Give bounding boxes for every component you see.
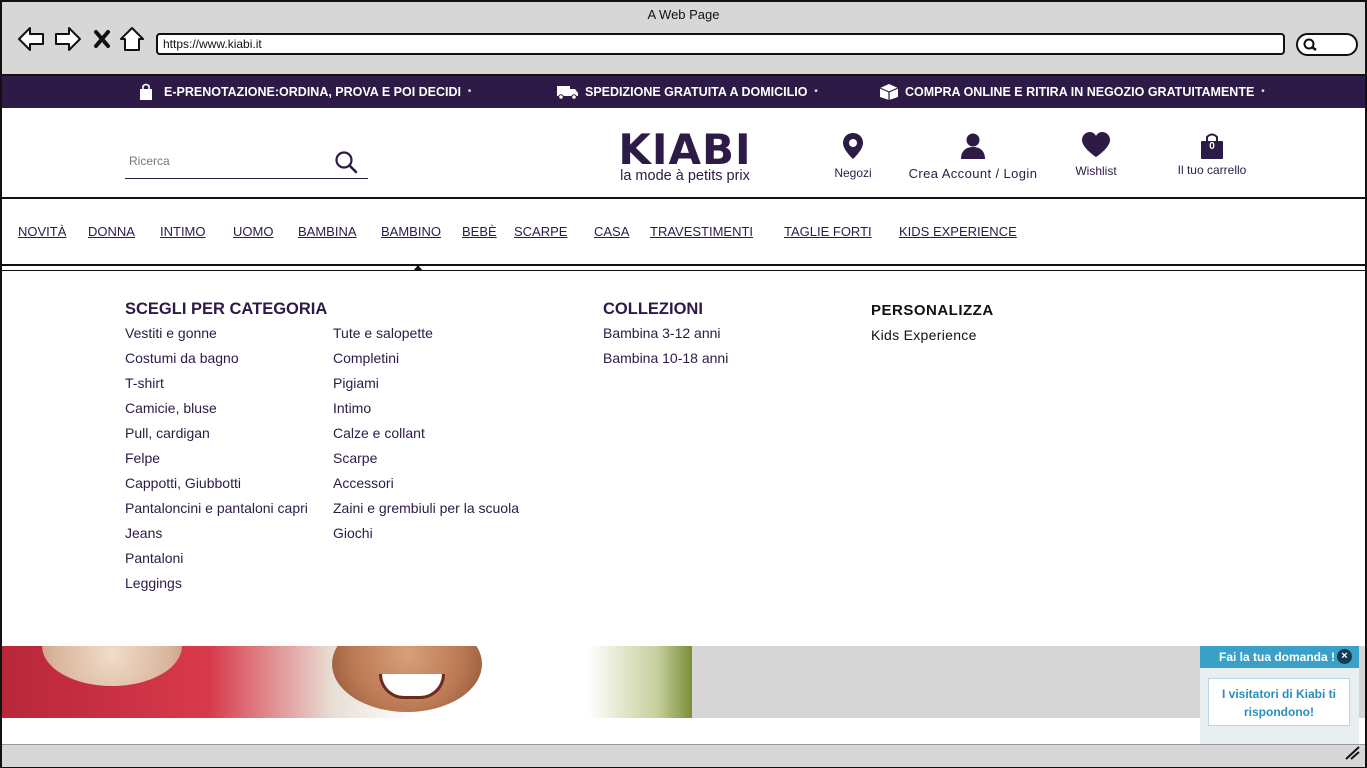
nav-item-bebe[interactable]: BEBÈ xyxy=(462,224,497,239)
browser-search-button[interactable] xyxy=(1296,33,1358,56)
nav-item-uomo[interactable]: UOMO xyxy=(233,224,273,239)
nav-item-casa[interactable]: CASA xyxy=(594,224,629,239)
shopping-bag-icon xyxy=(140,83,152,100)
category-heading: SCEGLI PER CATEGORIA xyxy=(125,300,328,318)
cart-label: Il tuo carrello xyxy=(1177,163,1247,177)
location-pin-icon xyxy=(843,133,863,159)
nav-item-kids-experience[interactable]: KIDS EXPERIENCE xyxy=(899,224,1017,239)
search-input[interactable] xyxy=(129,151,319,171)
chat-prompt-box[interactable]: I visitatori di Kiabi ti rispondono! xyxy=(1208,678,1350,726)
promo-text: SPEDIZIONE GRATUITA A DOMICILIO xyxy=(585,85,808,99)
logo-tagline: la mode à petits prix xyxy=(620,168,750,184)
category-link[interactable]: Pantaloncini e pantaloni capri xyxy=(125,499,308,524)
box-icon xyxy=(879,84,899,100)
site-logo[interactable]: KIABI la mode à petits prix xyxy=(608,125,762,184)
nav-item-bambina[interactable]: BAMBINA xyxy=(298,224,357,239)
cart-icon-wrap: 0 xyxy=(1199,132,1225,160)
stores-link[interactable]: Negozi xyxy=(828,132,878,180)
category-link[interactable]: Cappotti, Giubbotti xyxy=(125,474,308,499)
cart-link[interactable]: 0 Il tuo carrello xyxy=(1172,132,1252,177)
collections-column: Bambina 3-12 anni Bambina 10-18 anni xyxy=(603,324,728,374)
forward-arrow-icon[interactable] xyxy=(53,24,83,54)
category-link[interactable]: Completini xyxy=(333,349,519,374)
back-arrow-icon[interactable] xyxy=(16,24,46,54)
address-bar[interactable]: https://www.kiabi.it xyxy=(156,33,1285,55)
browser-window: A Web Page https://www.kiabi.it E-PRENOT… xyxy=(0,0,1367,768)
personalize-link[interactable]: Kids Experience xyxy=(871,326,977,351)
promo-text: COMPRA ONLINE E RITIRA IN NEGOZIO GRATUI… xyxy=(905,85,1255,99)
site-search xyxy=(125,145,368,179)
category-link[interactable]: Leggings xyxy=(125,574,308,599)
cart-count-badge: 0 xyxy=(1209,141,1215,152)
stores-label: Negozi xyxy=(834,166,872,180)
promo-asterisk: * xyxy=(814,87,818,97)
account-link[interactable]: Crea Account / Login xyxy=(902,132,1044,181)
category-link[interactable]: Calze e collant xyxy=(333,424,519,449)
personalize-heading: PERSONALIZZA xyxy=(871,302,994,319)
chat-header[interactable]: Fai la tua domanda ! × xyxy=(1200,646,1359,668)
category-link[interactable]: Tute e salopette xyxy=(333,324,519,349)
nav-item-taglie-forti[interactable]: TAGLIE FORTI xyxy=(784,224,872,239)
browser-status-bar xyxy=(2,744,1365,767)
nav-item-donna[interactable]: DONNA xyxy=(88,224,135,239)
category-link[interactable]: Felpe xyxy=(125,449,308,474)
collections-heading: COLLEZIONI xyxy=(603,300,703,318)
active-nav-caret-icon xyxy=(413,265,423,271)
nav-item-travestimenti[interactable]: TRAVESTIMENTI xyxy=(650,224,753,239)
chat-header-text: Fai la tua domanda ! xyxy=(1219,650,1336,664)
promo-asterisk: * xyxy=(468,87,472,97)
collection-link[interactable]: Bambina 3-12 anni xyxy=(603,324,728,349)
truck-icon xyxy=(557,86,578,100)
browser-chrome: A Web Page https://www.kiabi.it xyxy=(2,2,1365,76)
home-icon[interactable] xyxy=(117,24,147,54)
promo-asterisk: * xyxy=(1261,87,1265,97)
nav-divider xyxy=(2,270,1365,271)
category-link[interactable]: Vestiti e gonne xyxy=(125,324,308,349)
category-link[interactable]: Costumi da bagno xyxy=(125,349,308,374)
wishlist-link[interactable]: Wishlist xyxy=(1070,132,1122,178)
category-link[interactable]: Jeans xyxy=(125,524,308,549)
main-navigation: NOVITÀ DONNA INTIMO UOMO BAMBINA BAMBINO… xyxy=(2,197,1365,266)
heart-icon xyxy=(1082,132,1110,157)
banner-photo-shape xyxy=(42,646,182,686)
category-link[interactable]: Camicie, bluse xyxy=(125,399,308,424)
category-link[interactable]: T-shirt xyxy=(125,374,308,399)
banner-photo xyxy=(2,646,692,718)
promo-text: E-PRENOTAZIONE:ORDINA, PROVA E POI DECID… xyxy=(164,85,462,99)
close-icon[interactable]: × xyxy=(1337,649,1352,664)
search-icon[interactable] xyxy=(333,149,359,180)
logo-wordmark: KIABI xyxy=(618,125,752,174)
category-link[interactable]: Giochi xyxy=(333,524,519,549)
stop-icon[interactable] xyxy=(90,24,120,54)
nav-item-scarpe[interactable]: SCARPE xyxy=(514,224,567,239)
category-link[interactable]: Scarpe xyxy=(333,449,519,474)
chat-widget: Fai la tua domanda ! × I visitatori di K… xyxy=(1200,646,1359,744)
user-icon xyxy=(961,133,985,159)
nav-item-bambino[interactable]: BAMBINO xyxy=(381,224,441,239)
promo-item-reservation[interactable]: E-PRENOTAZIONE:ORDINA, PROVA E POI DECID… xyxy=(138,76,471,108)
promo-bar: E-PRENOTAZIONE:ORDINA, PROVA E POI DECID… xyxy=(2,76,1365,108)
page-bottom-strip xyxy=(2,718,1365,744)
category-link[interactable]: Zaini e grembiuli per la scuola xyxy=(333,499,519,524)
collection-link[interactable]: Bambina 10-18 anni xyxy=(603,349,728,374)
promo-item-free-shipping[interactable]: SPEDIZIONE GRATUITA A DOMICILIO * xyxy=(557,76,818,108)
nav-item-intimo[interactable]: INTIMO xyxy=(160,224,206,239)
wishlist-label: Wishlist xyxy=(1075,164,1117,178)
category-link[interactable]: Intimo xyxy=(333,399,519,424)
category-link[interactable]: Pigiami xyxy=(333,374,519,399)
category-column-2: Tute e salopette Completini Pigiami Intimo C… xyxy=(333,324,519,549)
category-link[interactable]: Pantaloni xyxy=(125,549,308,574)
category-link[interactable]: Pull, cardigan xyxy=(125,424,308,449)
category-column-1: Vestiti e gonne Costumi da bagno T-shirt Ca… xyxy=(125,324,308,599)
hero-banner[interactable] xyxy=(2,646,1365,718)
personalize-column: Kids Experience xyxy=(871,326,977,351)
promo-item-click-collect[interactable]: COMPRA ONLINE E RITIRA IN NEGOZIO GRATUI… xyxy=(879,76,1264,108)
category-link[interactable]: Accessori xyxy=(333,474,519,499)
account-label: Crea Account / Login xyxy=(908,166,1038,181)
resize-grip-icon[interactable] xyxy=(1343,744,1361,765)
nav-item-novita[interactable]: NOVITÀ xyxy=(18,224,66,239)
window-title: A Web Page xyxy=(647,7,720,22)
